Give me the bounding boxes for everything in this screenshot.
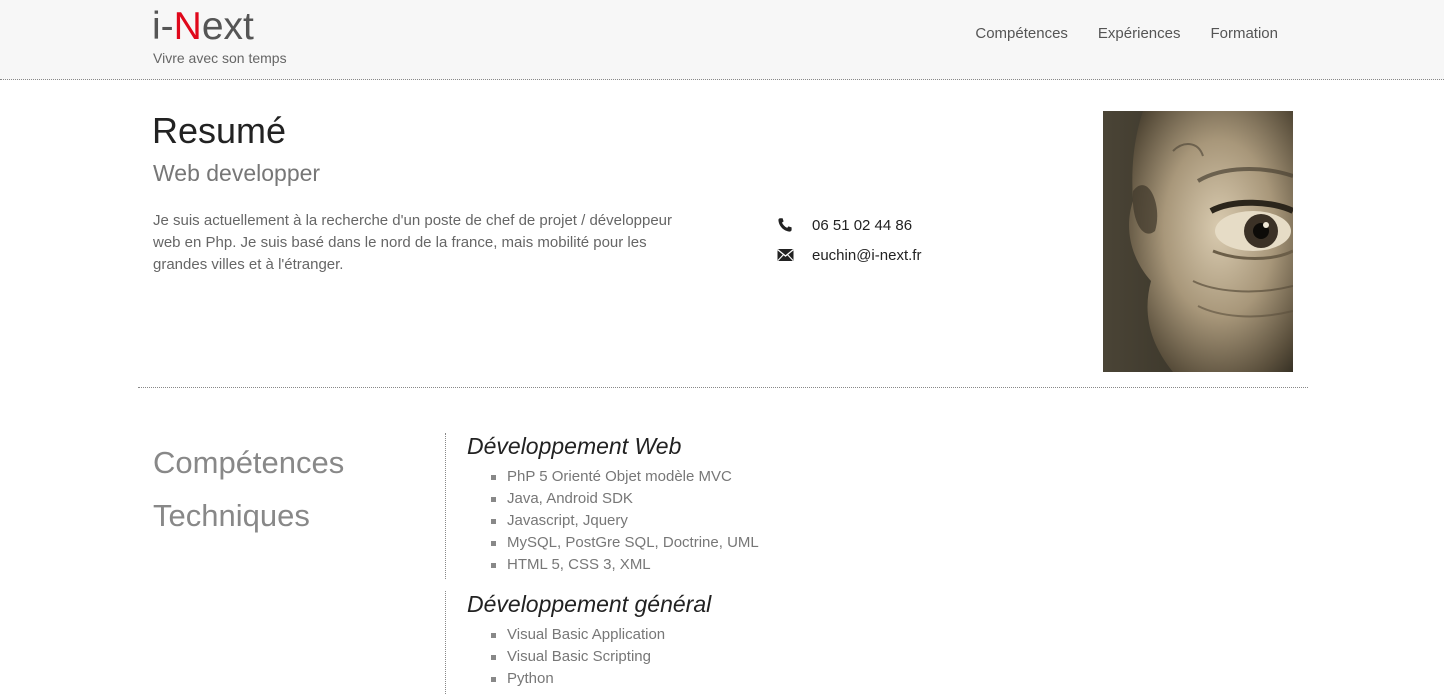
envelope-icon — [776, 246, 794, 264]
contact-info: 06 51 02 44 86 euchin@i-next.fr — [776, 210, 921, 270]
skills-heading-line1: Compétences — [153, 445, 345, 480]
skill-item: PhP 5 Orienté Objet modèle MVC — [467, 466, 759, 488]
skill-block-general: Développement général Visual Basic Appli… — [445, 591, 711, 694]
contact-phone: 06 51 02 44 86 — [812, 216, 913, 234]
skill-item: Javascript, Jquery — [467, 510, 759, 532]
skills-heading-line2: Techniques — [153, 498, 310, 533]
skill-item: Python — [467, 668, 711, 690]
section-divider — [138, 387, 1308, 388]
profile-photo — [1103, 111, 1293, 372]
logo-prefix: i- — [152, 5, 174, 48]
skill-item: Visual Basic Application — [467, 624, 711, 646]
skill-item: Java, Android SDK — [467, 488, 759, 510]
skill-list: PhP 5 Orienté Objet modèle MVC Java, And… — [467, 466, 759, 576]
resume-subtitle: Web developper — [153, 160, 321, 186]
nav-link-competences[interactable]: Compétences — [975, 24, 1068, 44]
skills-heading: Compétences Techniques — [153, 436, 413, 542]
resume-description: Je suis actuellement à la recherche d'un… — [153, 212, 673, 273]
site-header: i-Next Vivre avec son temps Compétences … — [0, 0, 1444, 80]
nav-link-experiences[interactable]: Expériences — [1098, 24, 1181, 44]
contact-email-row: euchin@i-next.fr — [776, 240, 921, 270]
nav-link-formation[interactable]: Formation — [1210, 24, 1278, 44]
logo-accent-letter: N — [173, 5, 202, 48]
contact-phone-row: 06 51 02 44 86 — [776, 210, 921, 240]
site-logo[interactable]: i-Next — [152, 4, 254, 50]
resume-title: Resumé — [152, 110, 287, 151]
skill-block-title: Développement Web — [467, 433, 682, 459]
main-nav: Compétences Expériences Formation — [975, 24, 1278, 44]
skill-list: Visual Basic Application Visual Basic Sc… — [467, 624, 711, 690]
site-tagline: Vivre avec son temps — [153, 50, 287, 66]
skill-block-title: Développement général — [467, 591, 712, 617]
skill-item: MySQL, PostGre SQL, Doctrine, UML — [467, 532, 759, 554]
skill-item: Visual Basic Scripting — [467, 646, 711, 668]
phone-icon — [776, 216, 794, 234]
logo-suffix: ext — [201, 5, 254, 48]
contact-email[interactable]: euchin@i-next.fr — [812, 247, 921, 264]
skill-item: HTML 5, CSS 3, XML — [467, 554, 759, 576]
skill-block-web: Développement Web PhP 5 Orienté Objet mo… — [445, 433, 759, 579]
